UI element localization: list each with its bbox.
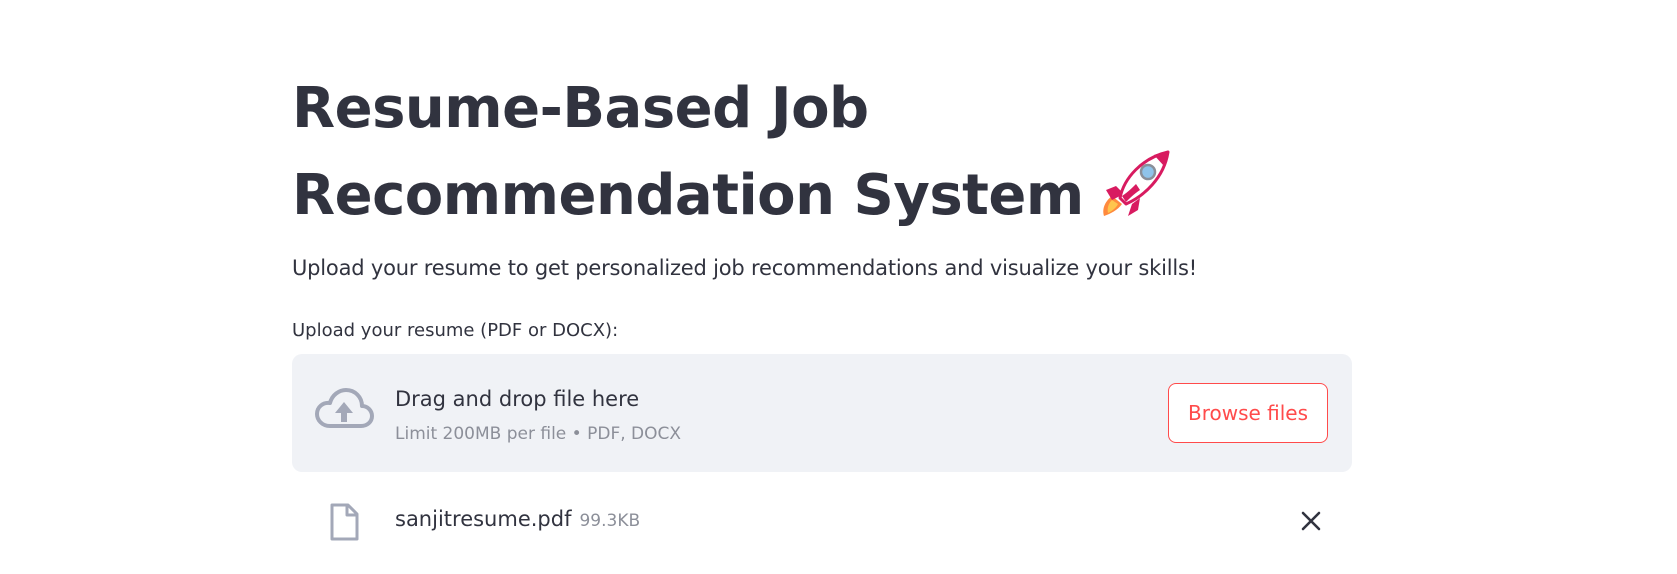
page-title: Resume-Based Job Recommendation System [292,70,1192,235]
upload-label: Upload your resume (PDF or DOCX): [292,320,619,341]
dropzone-text: Drag and drop file here Limit 200MB per … [395,384,681,446]
close-icon[interactable] [1298,508,1324,534]
file-icon [330,503,359,541]
page-title-line-2-text: Recommendation System [292,163,1084,228]
rocket-icon [1103,150,1170,216]
dropzone-limit: Limit 200MB per file • PDF, DOCX [395,424,682,444]
cloud-upload-icon [315,388,374,428]
browse-files-button[interactable]: Browse files [1168,383,1328,443]
page-subtitle: Upload your resume to get personalized j… [292,256,1198,280]
file-dropzone[interactable]: Drag and drop file here Limit 200MB per … [292,354,1352,472]
uploaded-file-info: sanjitresume.pdf 99.3KB [395,504,640,536]
uploaded-file-row: sanjitresume.pdf 99.3KB [292,496,1352,546]
uploaded-file-name: sanjitresume.pdf [395,507,572,531]
dropzone-title: Drag and drop file here [395,387,640,411]
page-title-line-1: Resume-Based Job [292,76,869,141]
uploaded-file-size: 99.3KB [579,511,641,531]
page-title-line-2: Recommendation System [292,148,1192,235]
